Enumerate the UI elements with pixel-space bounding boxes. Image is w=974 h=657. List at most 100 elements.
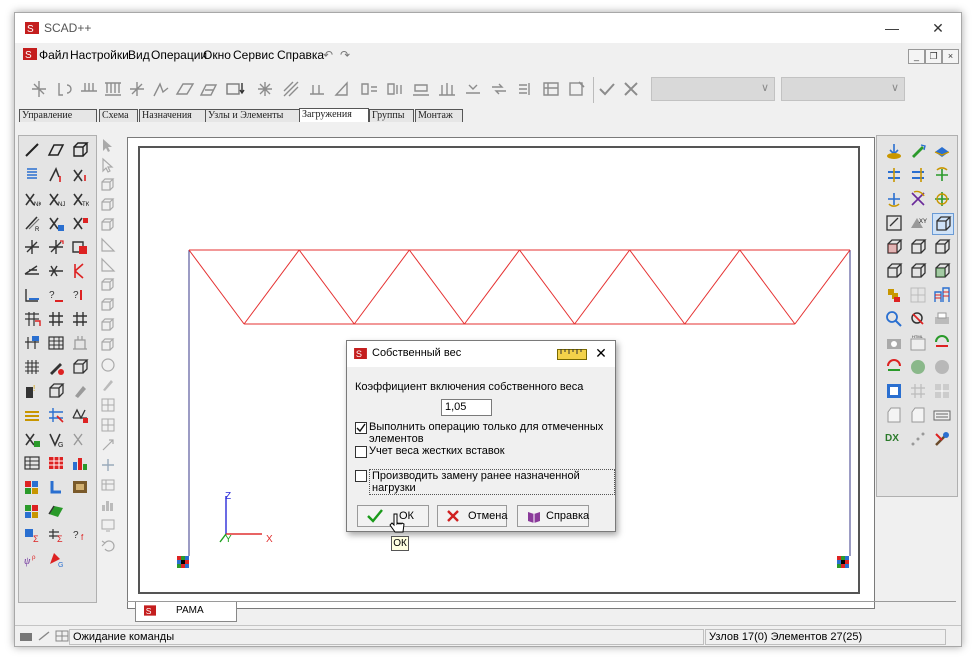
coef-input[interactable]: 1,05 bbox=[441, 399, 492, 416]
close-button[interactable]: ✕ bbox=[915, 13, 961, 43]
section-l-icon[interactable] bbox=[47, 478, 65, 496]
doc-tab-rama[interactable]: S РАМА bbox=[135, 602, 237, 622]
fragment-xy-icon[interactable]: XY bbox=[909, 214, 927, 232]
elements-fill-icon[interactable] bbox=[47, 502, 65, 520]
grid-grey-1-icon[interactable] bbox=[100, 397, 116, 413]
cube-4-icon[interactable] bbox=[885, 262, 903, 280]
rotate-x-icon[interactable] bbox=[885, 166, 903, 184]
axes-local-icon[interactable] bbox=[47, 238, 65, 256]
edit-nodes-icon[interactable] bbox=[47, 406, 65, 424]
load-table-2-icon[interactable] bbox=[385, 79, 405, 99]
group-combo[interactable]: ∨ bbox=[781, 77, 905, 101]
truss-diagonal[interactable] bbox=[794, 249, 851, 325]
box-icon[interactable] bbox=[47, 382, 65, 400]
cancel-cross-icon[interactable] bbox=[621, 79, 641, 99]
grid-grey-2-icon[interactable] bbox=[100, 417, 116, 433]
mu-rho-icon[interactable]: ψρ bbox=[23, 550, 41, 568]
cube-3-icon[interactable] bbox=[933, 238, 951, 256]
building-icon[interactable] bbox=[71, 334, 89, 352]
plate-draw-icon[interactable] bbox=[47, 141, 65, 159]
menu-view[interactable]: Вид bbox=[128, 48, 150, 62]
truss-diagonal[interactable] bbox=[298, 249, 355, 325]
menu-service[interactable]: Сервис bbox=[233, 48, 274, 62]
puzzle-icon[interactable] bbox=[885, 286, 903, 304]
scale-xg-icon[interactable] bbox=[23, 430, 41, 448]
fragment-active-button[interactable] bbox=[932, 213, 954, 235]
tools-icon[interactable] bbox=[933, 430, 951, 448]
view-top-icon[interactable] bbox=[885, 142, 903, 160]
trapezoid-load-icon[interactable] bbox=[151, 79, 171, 99]
menu-settings[interactable]: Настройки bbox=[70, 48, 129, 62]
export-red-icon[interactable] bbox=[885, 358, 903, 376]
redo-icon[interactable]: ↷ bbox=[340, 48, 350, 62]
grid-lines-icon[interactable] bbox=[909, 382, 927, 400]
zoom-icon[interactable] bbox=[885, 310, 903, 328]
cube-1-icon[interactable] bbox=[885, 238, 903, 256]
assign-f2-icon[interactable]: ? bbox=[47, 286, 65, 304]
load-view-icon[interactable] bbox=[909, 406, 927, 424]
bar-chart-icon[interactable] bbox=[71, 454, 89, 472]
dialog-close-button[interactable]: ✕ bbox=[593, 345, 609, 361]
triangle-grey-2-icon[interactable] bbox=[100, 257, 116, 273]
node-grey-icon[interactable] bbox=[100, 457, 116, 473]
truss-diagonal[interactable] bbox=[408, 249, 465, 325]
cube-grey-7-icon[interactable] bbox=[100, 337, 116, 353]
line-draw-icon[interactable] bbox=[23, 141, 41, 159]
self-weight-icon[interactable] bbox=[225, 79, 245, 99]
color-grid-icon[interactable] bbox=[23, 478, 41, 496]
cancel-button[interactable]: Отмена bbox=[437, 505, 507, 527]
apply-check-icon[interactable] bbox=[597, 79, 617, 99]
truss-diagonal[interactable] bbox=[353, 249, 410, 325]
truss-diagonal[interactable] bbox=[188, 249, 245, 325]
menu-file[interactable]: Файл bbox=[39, 48, 69, 62]
column-sign-icon[interactable]: ! bbox=[23, 382, 41, 400]
cube-grey-4-icon[interactable] bbox=[100, 277, 116, 293]
frame-square-icon[interactable] bbox=[885, 382, 903, 400]
scatter-icon[interactable] bbox=[909, 430, 927, 448]
sphere-grey-icon[interactable] bbox=[100, 357, 116, 373]
axes-cross-icon[interactable] bbox=[23, 238, 41, 256]
scale-vg-icon[interactable]: G bbox=[47, 430, 65, 448]
ruler-icon[interactable] bbox=[557, 346, 587, 362]
rotate-free-icon[interactable] bbox=[909, 190, 927, 208]
cube-outline-icon[interactable] bbox=[71, 358, 89, 376]
mesh-icon[interactable] bbox=[23, 334, 41, 352]
only-selected-checkbox[interactable] bbox=[355, 422, 367, 434]
cube-grey-2-icon[interactable] bbox=[100, 197, 116, 213]
paint-pen-icon[interactable] bbox=[47, 358, 65, 376]
camera-icon[interactable] bbox=[885, 334, 903, 352]
layers-icon[interactable] bbox=[23, 406, 41, 424]
section-g-icon[interactable] bbox=[71, 478, 89, 496]
load-table-1-icon[interactable] bbox=[359, 79, 379, 99]
load-floor-icon[interactable] bbox=[411, 79, 431, 99]
mdi-close-button[interactable]: × bbox=[942, 49, 959, 64]
cube-grey-1-icon[interactable] bbox=[100, 177, 116, 193]
assign-r-icon[interactable]: R bbox=[23, 214, 41, 232]
grid-hash-icon[interactable] bbox=[47, 310, 65, 328]
cube-grey-5-icon[interactable] bbox=[100, 297, 116, 313]
replace-load-checkbox[interactable] bbox=[355, 470, 367, 482]
truss-diagonal[interactable] bbox=[464, 249, 520, 325]
monitor-grey-icon[interactable] bbox=[100, 517, 116, 533]
load-triangle-icon[interactable] bbox=[333, 79, 353, 99]
insert-block-icon[interactable] bbox=[71, 238, 89, 256]
assign-xi-icon[interactable] bbox=[71, 166, 89, 184]
grid-hash-2-icon[interactable] bbox=[71, 310, 89, 328]
displacement-load-icon[interactable] bbox=[281, 79, 301, 99]
fragment-icon[interactable] bbox=[885, 214, 903, 232]
load-numbers-icon[interactable] bbox=[307, 79, 327, 99]
minimize-button[interactable]: — bbox=[869, 13, 915, 43]
save-view-icon[interactable] bbox=[885, 406, 903, 424]
cube-grey-3-icon[interactable] bbox=[100, 217, 116, 233]
table-grid-icon[interactable] bbox=[47, 334, 65, 352]
sum-sigma-icon[interactable]: Σ bbox=[23, 526, 41, 544]
mass-g-icon[interactable]: G bbox=[47, 550, 65, 568]
node-moment-icon[interactable] bbox=[55, 79, 75, 99]
rigid-bodies-icon[interactable] bbox=[23, 502, 41, 520]
table-grey-icon[interactable] bbox=[100, 477, 116, 493]
assign-nj-icon[interactable]: NJ bbox=[47, 190, 65, 208]
truss-diagonal[interactable] bbox=[739, 249, 796, 325]
undo-grey-icon[interactable] bbox=[100, 537, 116, 553]
select-icon[interactable] bbox=[100, 157, 116, 173]
view-plane-icon[interactable] bbox=[933, 142, 951, 160]
